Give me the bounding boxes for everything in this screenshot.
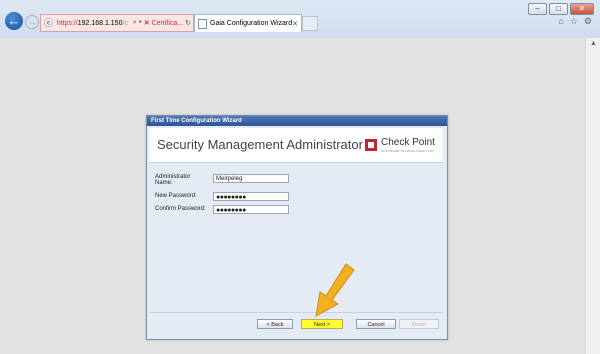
admin-name-field[interactable]: Meirpeleg (213, 174, 289, 183)
finish-button[interactable]: Finish (399, 319, 439, 329)
wizard-title-bar: First Time Configuration Wizard (147, 116, 447, 126)
configuration-wizard-dialog: First Time Configuration Wizard Security… (146, 115, 448, 340)
address-bar[interactable]: ⓔ https:// 192.168.1.150 /c ⌕ ▾ ✕ Certif… (40, 14, 194, 32)
new-password-label: New Password: (155, 193, 197, 199)
wizard-footer: < Back Next > Cancel Finish (149, 312, 443, 337)
close-tab-icon[interactable]: ✕ (292, 20, 298, 28)
tab-gaia-configuration-wizard[interactable]: Gaia Configuration Wizard ✕ (194, 14, 302, 32)
address-host: 192.168.1.150 (77, 19, 123, 27)
new-password-field[interactable]: ●●●●●●●● (213, 192, 289, 201)
refresh-icon[interactable]: ↻ (185, 19, 191, 27)
certificate-error-icon[interactable]: ✕ (144, 19, 150, 27)
new-tab-button[interactable] (302, 16, 318, 31)
maximize-button[interactable]: □ (549, 3, 568, 15)
check-point-logo: Check Point SOFTWARE TECHNOLOGIES LTD (363, 136, 437, 156)
next-button[interactable]: Next > (301, 319, 343, 329)
page-title: Security Management Administrator (157, 137, 363, 152)
favorites-star-icon[interactable]: ☆ (570, 16, 578, 27)
certificate-error-label[interactable]: Certifica... (152, 20, 184, 27)
scroll-up-icon[interactable]: ▲ (590, 40, 597, 47)
tab-page-icon (198, 18, 208, 29)
back-button[interactable]: ← (5, 12, 23, 30)
window-controls: – □ ✕ (528, 3, 594, 15)
vertical-scrollbar[interactable]: ▲ (585, 38, 600, 354)
wizard-header: Security Management Administrator Check … (149, 128, 443, 163)
pointing-arrow-icon (315, 263, 355, 317)
search-dropdown-icon[interactable]: ⌕ ▾ (133, 19, 142, 27)
tab-label: Gaia Configuration Wizard (210, 20, 293, 27)
home-icon[interactable]: ⌂ (558, 16, 563, 27)
confirm-password-label: Confirm Password: (155, 206, 206, 212)
minimize-button[interactable]: – (528, 3, 547, 15)
logo-tagline: SOFTWARE TECHNOLOGIES LTD (381, 149, 434, 153)
address-scheme: https:// (56, 19, 78, 27)
settings-gear-icon[interactable]: ⚙ (584, 16, 592, 27)
confirm-password-field[interactable]: ●●●●●●●● (213, 205, 289, 214)
ie-page-icon: ⓔ (44, 18, 54, 28)
back-wizard-button[interactable]: < Back (257, 319, 293, 329)
check-point-logo-icon (365, 139, 377, 151)
address-path: /c (122, 19, 128, 27)
logo-brand: Check Point (381, 137, 435, 148)
forward-button[interactable]: → (25, 15, 39, 29)
cancel-button[interactable]: Cancel (356, 319, 396, 329)
close-window-button[interactable]: ✕ (570, 3, 594, 15)
browser-right-icons: ⌂ ☆ ⚙ (558, 16, 592, 27)
admin-name-label: Administrator Name: (155, 174, 191, 186)
browser-toolbar: – □ ✕ ← → ⓔ https:// 192.168.1.150 /c ⌕ … (0, 0, 600, 39)
